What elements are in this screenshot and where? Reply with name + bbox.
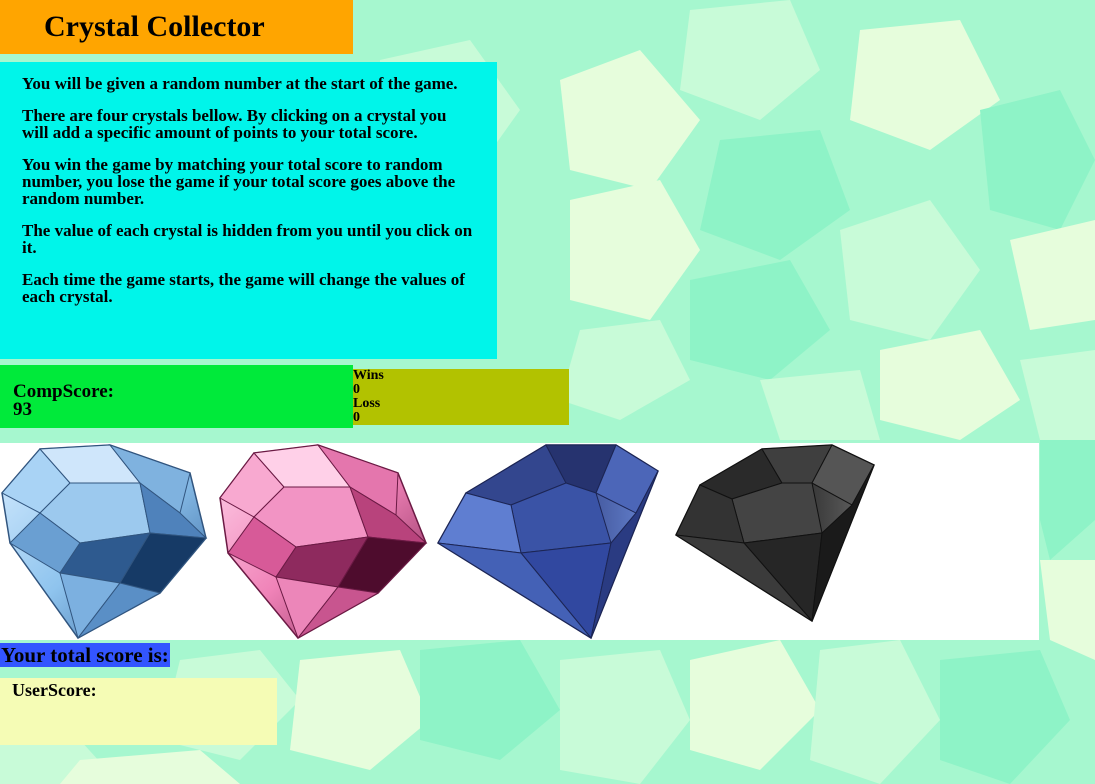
title-banner: Crystal Collector	[0, 0, 353, 54]
comp-score-label: CompScore:	[13, 381, 114, 402]
blue-diamond-crystal[interactable]	[0, 443, 210, 640]
black-crystal[interactable]	[672, 443, 877, 640]
instruction-text: The value of each crystal is hidden from…	[22, 221, 473, 257]
comp-score-value: 93	[13, 399, 32, 420]
pink-diamond-crystal[interactable]	[218, 443, 428, 640]
user-score-label: UserScore:	[12, 680, 97, 700]
wins-label: Wins	[353, 368, 384, 383]
stats-panel: Wins 0 Loss 0	[353, 369, 569, 425]
user-score-panel: UserScore:	[0, 678, 277, 745]
wins-value: 0	[353, 382, 360, 397]
instructions-panel: You will be given a random number at the…	[0, 62, 497, 359]
instruction-text: You will be given a random number at the…	[22, 74, 458, 93]
loss-value: 0	[353, 410, 360, 425]
game-title: Crystal Collector	[44, 10, 265, 43]
instruction-text: Each time the game starts, the game will…	[22, 270, 465, 306]
dark-blue-crystal[interactable]	[436, 443, 661, 640]
instruction-text: You win the game by matching your total …	[22, 155, 456, 208]
comp-score-panel: CompScore: 93	[0, 365, 353, 428]
crystal-row	[0, 443, 1039, 640]
instruction-text: There are four crystals bellow. By click…	[22, 106, 447, 142]
total-score-label: Your total score is:	[0, 643, 170, 667]
loss-label: Loss	[353, 396, 381, 411]
